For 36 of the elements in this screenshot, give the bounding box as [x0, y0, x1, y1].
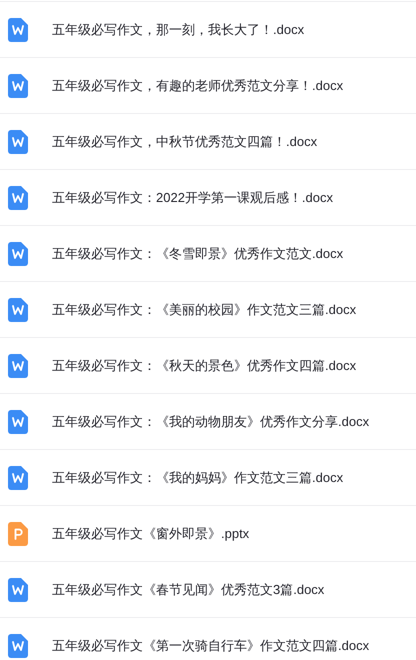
file-name: 五年级必写作文：《冬雪即景》优秀作文范文.docx	[52, 244, 344, 263]
word-document-icon	[8, 466, 28, 490]
word-document-icon	[8, 634, 28, 658]
file-name: 五年级必写作文，中秋节优秀范文四篇！.docx	[52, 132, 318, 151]
file-row[interactable]: 五年级必写作文，中秋节优秀范文四篇！.docx	[0, 113, 416, 169]
file-name: 五年级必写作文：《我的妈妈》作文范文三篇.docx	[52, 468, 344, 487]
file-row[interactable]: 五年级必写作文《春节见闻》优秀范文3篇.docx	[0, 561, 416, 617]
file-name: 五年级必写作文《第一次骑自行车》作文范文四篇.docx	[52, 636, 370, 655]
file-row[interactable]: 五年级必写作文，那一刻，我长大了！.docx	[0, 1, 416, 57]
file-row[interactable]: 五年级必写作文：2022开学第一课观后感！.docx	[0, 169, 416, 225]
word-document-icon	[8, 354, 28, 378]
file-name: 五年级必写作文：《美丽的校园》作文范文三篇.docx	[52, 300, 356, 319]
file-row[interactable]: 五年级必写作文《第一次骑自行车》作文范文四篇.docx	[0, 617, 416, 660]
word-document-icon	[8, 74, 28, 98]
file-name: 五年级必写作文：《我的动物朋友》优秀作文分享.docx	[52, 412, 370, 431]
word-document-icon	[8, 130, 28, 154]
file-name: 五年级必写作文：《秋天的景色》优秀作文四篇.docx	[52, 356, 356, 375]
word-document-icon	[8, 242, 28, 266]
slides-document-icon	[8, 522, 28, 546]
file-row[interactable]: 五年级必写作文：《我的妈妈》作文范文三篇.docx	[0, 449, 416, 505]
file-row[interactable]: 五年级必写作文，有趣的老师优秀范文分享！.docx	[0, 57, 416, 113]
file-name: 五年级必写作文：2022开学第一课观后感！.docx	[52, 188, 333, 207]
file-name: 五年级必写作文，有趣的老师优秀范文分享！.docx	[52, 76, 344, 95]
file-row[interactable]: 五年级必写作文：《美丽的校园》作文范文三篇.docx	[0, 281, 416, 337]
file-row[interactable]: 五年级必写作文：《我的动物朋友》优秀作文分享.docx	[0, 393, 416, 449]
word-document-icon	[8, 186, 28, 210]
file-name: 五年级必写作文《春节见闻》优秀范文3篇.docx	[52, 580, 324, 599]
word-document-icon	[8, 18, 28, 42]
word-document-icon	[8, 578, 28, 602]
word-document-icon	[8, 298, 28, 322]
file-row[interactable]: 五年级必写作文《窗外即景》.pptx	[0, 505, 416, 561]
file-name: 五年级必写作文《窗外即景》.pptx	[52, 524, 250, 543]
word-document-icon	[8, 410, 28, 434]
file-name: 五年级必写作文，那一刻，我长大了！.docx	[52, 20, 304, 39]
file-row[interactable]: 五年级必写作文：《冬雪即景》优秀作文范文.docx	[0, 225, 416, 281]
file-row[interactable]: 五年级必写作文：《秋天的景色》优秀作文四篇.docx	[0, 337, 416, 393]
